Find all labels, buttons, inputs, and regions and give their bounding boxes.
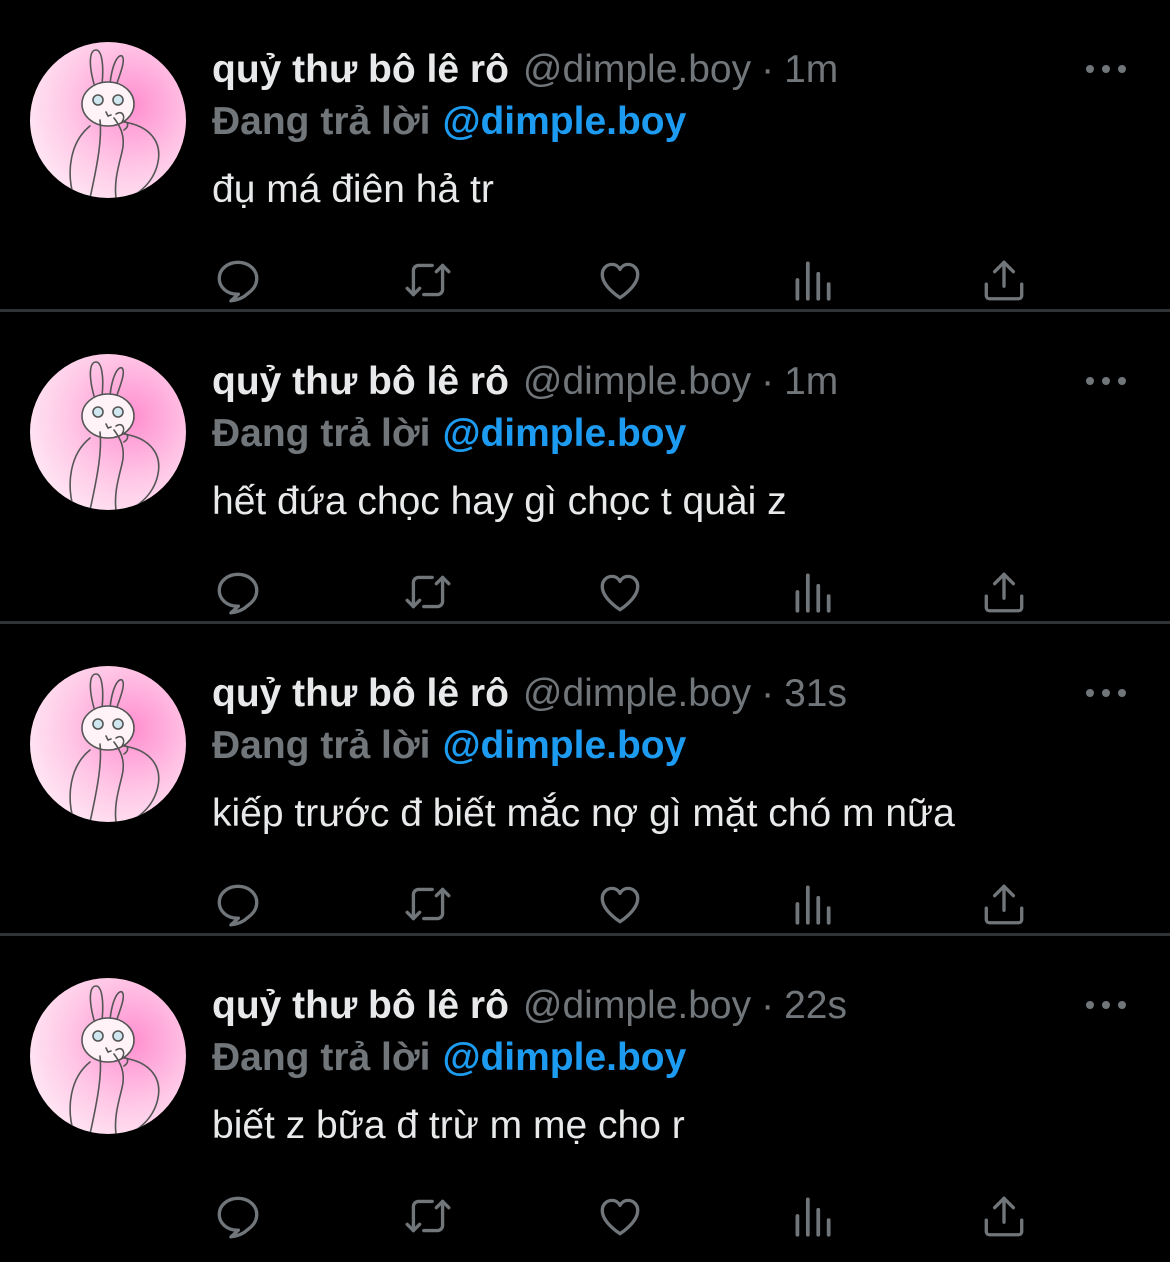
share-button[interactable] [976,564,1032,620]
user-handle[interactable]: @dimple.boy [523,44,751,96]
reply-icon [217,572,259,615]
like-icon [600,886,640,924]
retweet-button[interactable] [400,564,456,620]
user-handle[interactable]: @dimple.boy [523,668,751,720]
more-options-icon[interactable] [1086,994,1126,1016]
share-button[interactable] [976,252,1032,308]
more-options-icon[interactable] [1086,370,1126,392]
tweet-text: đụ má điên hả tr [212,168,494,211]
replying-to: Đang trả lời @dimple.boy [212,720,686,772]
retweet-icon [405,575,451,609]
avatar-bunny-illustration [69,985,160,1134]
tweet[interactable]: quỷ thư bô lê rô @dimple.boy · 22s Đang … [0,936,1170,1262]
replying-to-mention-link[interactable]: @dimple.boy [442,1036,686,1079]
like-button[interactable] [592,876,648,932]
analytics-button[interactable] [784,252,840,308]
display-name[interactable]: quỷ thư bô lê rô [212,356,509,408]
tweet-text: biết z bữa đ trừ m mẹ cho r [212,1104,685,1147]
tweet-text: hết đứa chọc hay gì chọc t quài z [212,480,787,523]
user-handle[interactable]: @dimple.boy [523,980,751,1032]
like-icon [600,1198,640,1236]
replying-to-mention-link[interactable]: @dimple.boy [442,724,686,767]
more-options-icon[interactable] [1086,682,1126,704]
replying-to-label: Đang trả lời [212,724,431,767]
avatar-bunny-illustration [69,673,160,822]
like-icon [600,262,640,300]
share-icon [984,260,1024,301]
separator-dot: · [761,672,775,715]
reply-icon [217,884,259,927]
avatar[interactable] [30,666,186,822]
analytics-button[interactable] [784,876,840,932]
like-button[interactable] [592,1188,648,1244]
reply-button[interactable] [210,876,266,932]
retweet-button[interactable] [400,252,456,308]
analytics-icon [795,261,831,301]
analytics-icon [795,1197,831,1237]
timestamp[interactable]: 1m [784,356,838,408]
display-name[interactable]: quỷ thư bô lê rô [212,980,509,1032]
separator-dot: · [761,984,775,1027]
display-name[interactable]: quỷ thư bô lê rô [212,44,509,96]
retweet-button[interactable] [400,876,456,932]
timestamp[interactable]: 1m [784,44,838,96]
timestamp[interactable]: 22s [784,980,847,1032]
tweet[interactable]: quỷ thư bô lê rô @dimple.boy · 31s Đang … [0,624,1170,936]
replying-to-mention-link[interactable]: @dimple.boy [442,100,686,143]
tweet-actions [210,252,1040,308]
avatar[interactable] [30,354,186,510]
replying-to-mention-link[interactable]: @dimple.boy [442,412,686,455]
tweet[interactable]: quỷ thư bô lê rô @dimple.boy · 1m Đang t… [0,312,1170,624]
replying-to-label: Đang trả lời [212,100,431,143]
replying-to-label: Đang trả lời [212,412,431,455]
retweet-icon [405,263,451,297]
separator-dot: · [761,360,775,403]
replying-to-label: Đang trả lời [212,1036,431,1079]
like-icon [600,574,640,612]
tweet-actions [210,876,1040,932]
retweet-icon [405,887,451,921]
retweet-button[interactable] [400,1188,456,1244]
tweet-header: quỷ thư bô lê rô @dimple.boy · 31s [212,668,847,720]
tweet-actions [210,564,1040,620]
like-button[interactable] [592,252,648,308]
retweet-icon [405,1199,451,1233]
tweet-header: quỷ thư bô lê rô @dimple.boy · 1m [212,44,838,96]
reply-button[interactable] [210,252,266,308]
user-handle[interactable]: @dimple.boy [523,356,751,408]
more-options-icon[interactable] [1086,58,1126,80]
avatar[interactable] [30,42,186,198]
share-button[interactable] [976,1188,1032,1244]
analytics-button[interactable] [784,1188,840,1244]
tweet-header: quỷ thư bô lê rô @dimple.boy · 1m [212,356,838,408]
tweet-feed: quỷ thư bô lê rô @dimple.boy · 1m Đang t… [0,0,1170,1262]
share-icon [984,884,1024,925]
like-button[interactable] [592,564,648,620]
tweet-text: kiếp trước đ biết mắc nợ gì mặt chó m nữ… [212,792,955,835]
reply-button[interactable] [210,564,266,620]
analytics-button[interactable] [784,564,840,620]
reply-icon [217,1196,259,1239]
analytics-icon [795,885,831,925]
display-name[interactable]: quỷ thư bô lê rô [212,668,509,720]
replying-to: Đang trả lời @dimple.boy [212,96,686,148]
separator-dot: · [761,48,775,91]
avatar-bunny-illustration [69,49,160,198]
replying-to: Đang trả lời @dimple.boy [212,408,686,460]
share-button[interactable] [976,876,1032,932]
share-icon [984,1196,1024,1237]
reply-button[interactable] [210,1188,266,1244]
reply-icon [217,260,259,303]
tweet-actions [210,1188,1040,1244]
replying-to: Đang trả lời @dimple.boy [212,1032,686,1084]
avatar[interactable] [30,978,186,1134]
analytics-icon [795,573,831,613]
share-icon [984,572,1024,613]
tweet-header: quỷ thư bô lê rô @dimple.boy · 22s [212,980,847,1032]
tweet[interactable]: quỷ thư bô lê rô @dimple.boy · 1m Đang t… [0,0,1170,312]
timestamp[interactable]: 31s [784,668,847,720]
avatar-bunny-illustration [69,361,160,510]
